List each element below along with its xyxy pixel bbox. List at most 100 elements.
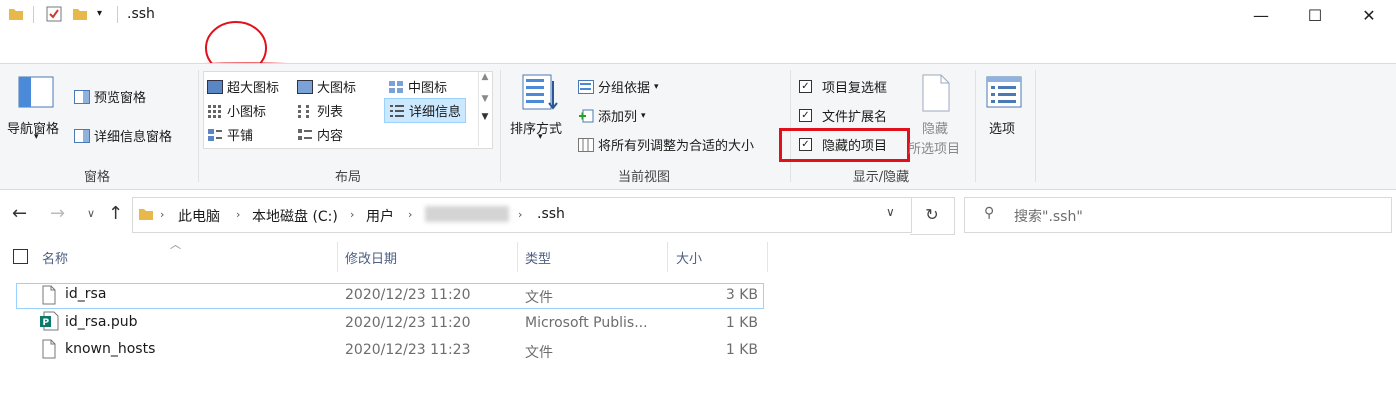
- checkbox-checked-icon: ✓: [799, 138, 812, 151]
- file-date: 2020/12/23 11:23: [345, 342, 471, 358]
- breadcrumb-local-disk[interactable]: 本地磁盘 (C:): [252, 206, 338, 226]
- publisher-file-icon: P: [40, 311, 59, 331]
- recent-locations-icon[interactable]: ∨: [87, 207, 95, 220]
- group-by-button[interactable]: 分组依据 ▾: [578, 77, 659, 96]
- back-icon[interactable]: ←: [12, 203, 27, 224]
- expand-gallery-icon[interactable]: ▼: [479, 112, 491, 122]
- sort-ascending-icon: ︿: [170, 238, 181, 251]
- layout-label: 列表: [317, 105, 344, 120]
- chevron-down-icon[interactable]: ▾: [34, 132, 39, 142]
- breadcrumb-separator[interactable]: ›: [236, 208, 240, 221]
- column-separator[interactable]: [667, 242, 668, 272]
- minimize-button[interactable]: —: [1238, 0, 1284, 31]
- layout-label: 小图标: [227, 105, 267, 120]
- small-icons-icon: [208, 104, 221, 118]
- breadcrumb-ssh[interactable]: .ssh: [537, 206, 565, 222]
- column-separator[interactable]: [767, 242, 768, 272]
- layout-extra-large-icons[interactable]: 超大图标: [207, 77, 279, 96]
- layout-label: 平铺: [227, 129, 254, 144]
- hidden-items-toggle[interactable]: ✓ 隐藏的项目: [799, 135, 887, 154]
- column-separator[interactable]: [337, 242, 338, 272]
- search-icon: ⚲: [984, 205, 995, 221]
- scroll-up-icon[interactable]: ▲: [479, 72, 491, 82]
- add-column-button[interactable]: 添加列 ▾: [578, 106, 646, 125]
- group-by-label: 分组依据: [598, 81, 651, 96]
- group-label-layout: 布局: [334, 170, 361, 185]
- file-name[interactable]: known_hosts: [65, 341, 155, 357]
- select-all-checkbox[interactable]: [13, 249, 28, 264]
- details-icon: [390, 104, 404, 117]
- address-dropdown-icon[interactable]: ∨: [886, 205, 895, 219]
- forward-icon[interactable]: →: [50, 203, 65, 224]
- file-type: Microsoft Publis...: [525, 315, 648, 331]
- group-label-current-view: 当前视图: [617, 170, 670, 185]
- chevron-down-icon: ▾: [654, 81, 659, 92]
- file-extensions-label: 文件扩展名: [822, 110, 888, 125]
- layout-large-icons[interactable]: 大图标: [297, 77, 356, 96]
- layout-label: 中图标: [408, 81, 448, 96]
- layout-details[interactable]: 详细信息: [384, 98, 467, 123]
- layout-small-icons[interactable]: 小图标: [207, 101, 266, 120]
- search-input[interactable]: 搜索".ssh": [1014, 206, 1083, 226]
- file-type: 文件: [525, 345, 553, 361]
- checkbox-checked-icon: ✓: [799, 109, 812, 122]
- layout-list[interactable]: 列表: [297, 101, 343, 120]
- hide-selected-icon: [922, 74, 950, 112]
- column-type[interactable]: 类型: [525, 248, 551, 267]
- item-checkboxes-toggle[interactable]: ✓ 项目复选框: [799, 77, 887, 96]
- sort-by-button[interactable]: 排序方式: [510, 118, 562, 137]
- column-separator[interactable]: [517, 242, 518, 272]
- options-button[interactable]: 选项: [989, 118, 1015, 137]
- medium-icons-icon: [389, 80, 403, 93]
- sort-by-icon: [522, 74, 558, 110]
- redacted-username: [425, 206, 509, 222]
- add-column-icon: [579, 109, 594, 122]
- hide-selected-button[interactable]: 隐藏: [922, 118, 948, 137]
- file-extensions-toggle[interactable]: ✓ 文件扩展名: [799, 106, 887, 125]
- up-icon[interactable]: ↑: [108, 203, 123, 224]
- layout-label: 详细信息: [409, 105, 462, 120]
- breadcrumb-this-pc[interactable]: 此电脑: [178, 206, 220, 226]
- column-size[interactable]: 大小: [676, 248, 702, 267]
- breadcrumb-users[interactable]: 用户: [366, 206, 394, 226]
- file-icon: [42, 285, 56, 305]
- breadcrumb-separator[interactable]: ›: [408, 208, 412, 221]
- group-separator: [790, 70, 791, 182]
- details-pane-label: 详细信息窗格: [94, 130, 173, 145]
- group-by-icon: [578, 79, 594, 94]
- close-button[interactable]: ✕: [1346, 0, 1392, 31]
- preview-pane-icon: [74, 89, 90, 104]
- file-name[interactable]: id_rsa: [65, 286, 106, 302]
- breadcrumb-separator[interactable]: ›: [160, 208, 164, 221]
- file-name[interactable]: id_rsa.pub: [65, 314, 138, 330]
- add-column-label: 添加列: [598, 110, 638, 125]
- tiles-icon: [208, 128, 222, 141]
- svg-text:P: P: [43, 318, 50, 328]
- maximize-button[interactable]: ☐: [1292, 0, 1338, 31]
- fit-columns-button[interactable]: 将所有列调整为合适的大小: [578, 135, 754, 154]
- file-type: 文件: [525, 290, 553, 306]
- refresh-button[interactable]: ↻: [910, 197, 955, 235]
- file-date: 2020/12/23 11:20: [345, 287, 471, 303]
- breadcrumb-separator[interactable]: ›: [518, 208, 522, 221]
- preview-pane-button[interactable]: 预览窗格: [74, 87, 146, 106]
- breadcrumb-separator[interactable]: ›: [350, 208, 354, 221]
- refresh-icon: ↻: [925, 205, 939, 224]
- layout-medium-icons[interactable]: 中图标: [388, 77, 447, 96]
- scroll-down-icon[interactable]: ▼: [479, 94, 491, 104]
- layout-tiles[interactable]: 平铺: [207, 125, 253, 144]
- navigation-pane-button[interactable]: 导航窗格: [7, 118, 59, 137]
- file-size: 1 KB: [725, 315, 758, 331]
- details-pane-icon: [74, 128, 90, 143]
- group-separator: [1035, 70, 1036, 182]
- chevron-down-icon[interactable]: ▾: [538, 132, 543, 142]
- hidden-items-label: 隐藏的项目: [822, 139, 888, 154]
- layout-content[interactable]: 内容: [297, 125, 343, 144]
- column-name[interactable]: 名称: [42, 248, 68, 267]
- extra-large-icons-icon: [207, 79, 223, 94]
- content-icon: [298, 128, 312, 140]
- layout-scrollbar[interactable]: ▲ ▼ ▼: [478, 72, 491, 146]
- details-pane-button[interactable]: 详细信息窗格: [74, 126, 172, 145]
- layout-label: 大图标: [317, 81, 357, 96]
- column-date[interactable]: 修改日期: [345, 248, 397, 267]
